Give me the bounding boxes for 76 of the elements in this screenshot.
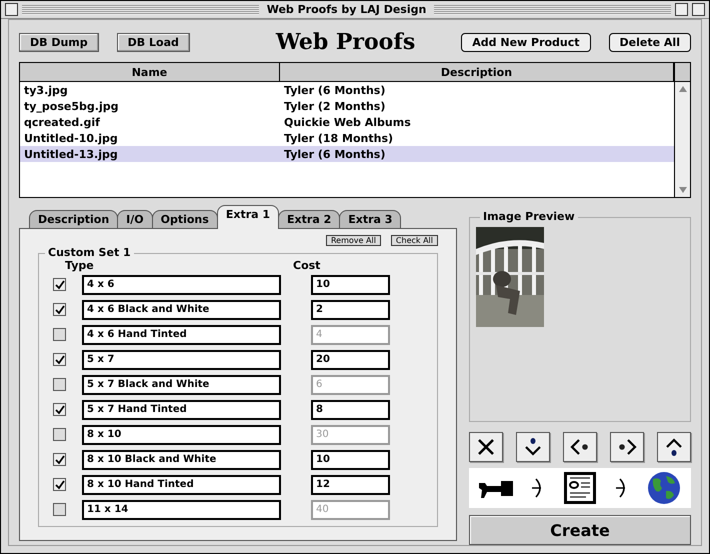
cost-field[interactable]: 10 bbox=[311, 450, 390, 470]
checkbox[interactable] bbox=[53, 328, 66, 341]
column-header[interactable]: Name bbox=[20, 63, 280, 81]
type-field[interactable]: 8 x 10 Black and White bbox=[82, 450, 281, 470]
list-row[interactable]: qcreated.gif Quickie Web Albums bbox=[20, 114, 674, 130]
panel-button[interactable]: Remove All bbox=[326, 235, 381, 246]
checkbox[interactable] bbox=[53, 478, 66, 491]
description-cell-text: Tyler (6 Months) bbox=[283, 148, 386, 160]
name-cell-text: ty_pose5bg.jpg bbox=[23, 100, 120, 112]
window-title: Web Proofs by LAJ Design bbox=[266, 3, 428, 16]
move-down-icon[interactable] bbox=[516, 432, 550, 462]
app-logo: Web Proofs bbox=[276, 29, 416, 55]
checkbox[interactable] bbox=[53, 403, 66, 416]
list-row[interactable]: ty_pose5bg.jpg Tyler (2 Months) bbox=[20, 98, 674, 114]
checkbox[interactable] bbox=[53, 453, 66, 466]
cost-field[interactable]: 2 bbox=[311, 300, 390, 320]
checkbox[interactable] bbox=[53, 378, 66, 391]
close-box[interactable] bbox=[5, 3, 18, 16]
checkbox[interactable] bbox=[53, 278, 66, 291]
checkbox[interactable] bbox=[53, 428, 66, 441]
list-row[interactable]: Untitled-10.jpg Tyler (18 Months) bbox=[20, 130, 674, 146]
cost-field[interactable]: 20 bbox=[311, 350, 390, 370]
name-cell-text: Untitled-10.jpg bbox=[23, 132, 119, 144]
document-icon bbox=[564, 472, 596, 504]
move-left-icon[interactable] bbox=[563, 432, 597, 462]
tab[interactable]: Extra 1 bbox=[216, 205, 280, 229]
description-cell-text: Tyler (6 Months) bbox=[283, 84, 386, 96]
group-title: Image Preview bbox=[480, 210, 578, 223]
type-field[interactable]: 4 x 6 Black and White bbox=[82, 300, 281, 320]
move-right-icon[interactable] bbox=[610, 432, 644, 462]
type-field[interactable]: 8 x 10 bbox=[82, 424, 281, 444]
scroll-down-icon[interactable] bbox=[678, 187, 686, 193]
toolbar-button[interactable]: Delete All bbox=[608, 32, 691, 52]
cost-field[interactable]: 12 bbox=[311, 474, 390, 494]
close-icon[interactable] bbox=[469, 432, 503, 462]
tab[interactable]: I/O bbox=[117, 210, 153, 228]
description-cell-text: Tyler (2 Months) bbox=[283, 100, 386, 112]
cost-field[interactable]: 8 bbox=[311, 400, 390, 420]
description-cell-text: Quickie Web Albums bbox=[283, 116, 412, 128]
scroll-bar[interactable] bbox=[674, 63, 690, 197]
list-row[interactable]: Untitled-13.jpg Tyler (6 Months) bbox=[20, 146, 674, 162]
type-field[interactable]: 5 x 7 Black and White bbox=[82, 374, 281, 394]
name-cell-text: Untitled-13.jpg bbox=[23, 148, 119, 160]
move-up-icon[interactable] bbox=[657, 432, 691, 462]
type-field[interactable]: 4 x 6 bbox=[82, 274, 281, 294]
zoom-box[interactable] bbox=[675, 3, 688, 16]
toolbar-button[interactable]: DB Dump bbox=[19, 32, 99, 52]
list-row[interactable]: ty3.jpg Tyler (6 Months) bbox=[20, 82, 674, 98]
name-cell-text: qcreated.gif bbox=[23, 116, 101, 128]
name-cell-text: ty3.jpg bbox=[23, 84, 69, 96]
type-field[interactable]: 5 x 7 Hand Tinted bbox=[82, 400, 281, 420]
connector-icon bbox=[478, 478, 513, 498]
create-button[interactable]: Create bbox=[469, 515, 691, 545]
cost-field[interactable]: 10 bbox=[311, 274, 390, 294]
collapse-box[interactable] bbox=[692, 3, 706, 16]
tab[interactable]: Extra 3 bbox=[339, 210, 402, 228]
type-field[interactable]: 5 x 7 bbox=[82, 350, 281, 370]
type-field[interactable]: 8 x 10 Hand Tinted bbox=[82, 474, 281, 494]
column-heading: Type bbox=[65, 259, 95, 272]
checkbox[interactable] bbox=[53, 503, 66, 516]
group-title: Custom Set 1 bbox=[45, 246, 134, 259]
arrow-icon bbox=[616, 477, 628, 499]
globe-icon bbox=[647, 471, 682, 505]
checkbox[interactable] bbox=[53, 303, 66, 316]
tab[interactable]: Options bbox=[152, 210, 218, 228]
column-heading: Cost bbox=[293, 259, 320, 272]
toolbar-button[interactable]: DB Load bbox=[116, 32, 190, 52]
tab[interactable]: Description bbox=[29, 210, 118, 228]
toolbar-button[interactable]: Add New Product bbox=[461, 32, 591, 52]
description-cell-text: Tyler (18 Months) bbox=[283, 132, 394, 144]
checkbox[interactable] bbox=[53, 353, 66, 366]
panel-button[interactable]: Check All bbox=[390, 235, 438, 246]
scroll-up-icon[interactable] bbox=[678, 86, 686, 92]
type-field[interactable]: 11 x 14 bbox=[82, 500, 281, 520]
tab[interactable]: Extra 2 bbox=[278, 210, 340, 228]
type-field[interactable]: 4 x 6 Hand Tinted bbox=[82, 324, 281, 344]
